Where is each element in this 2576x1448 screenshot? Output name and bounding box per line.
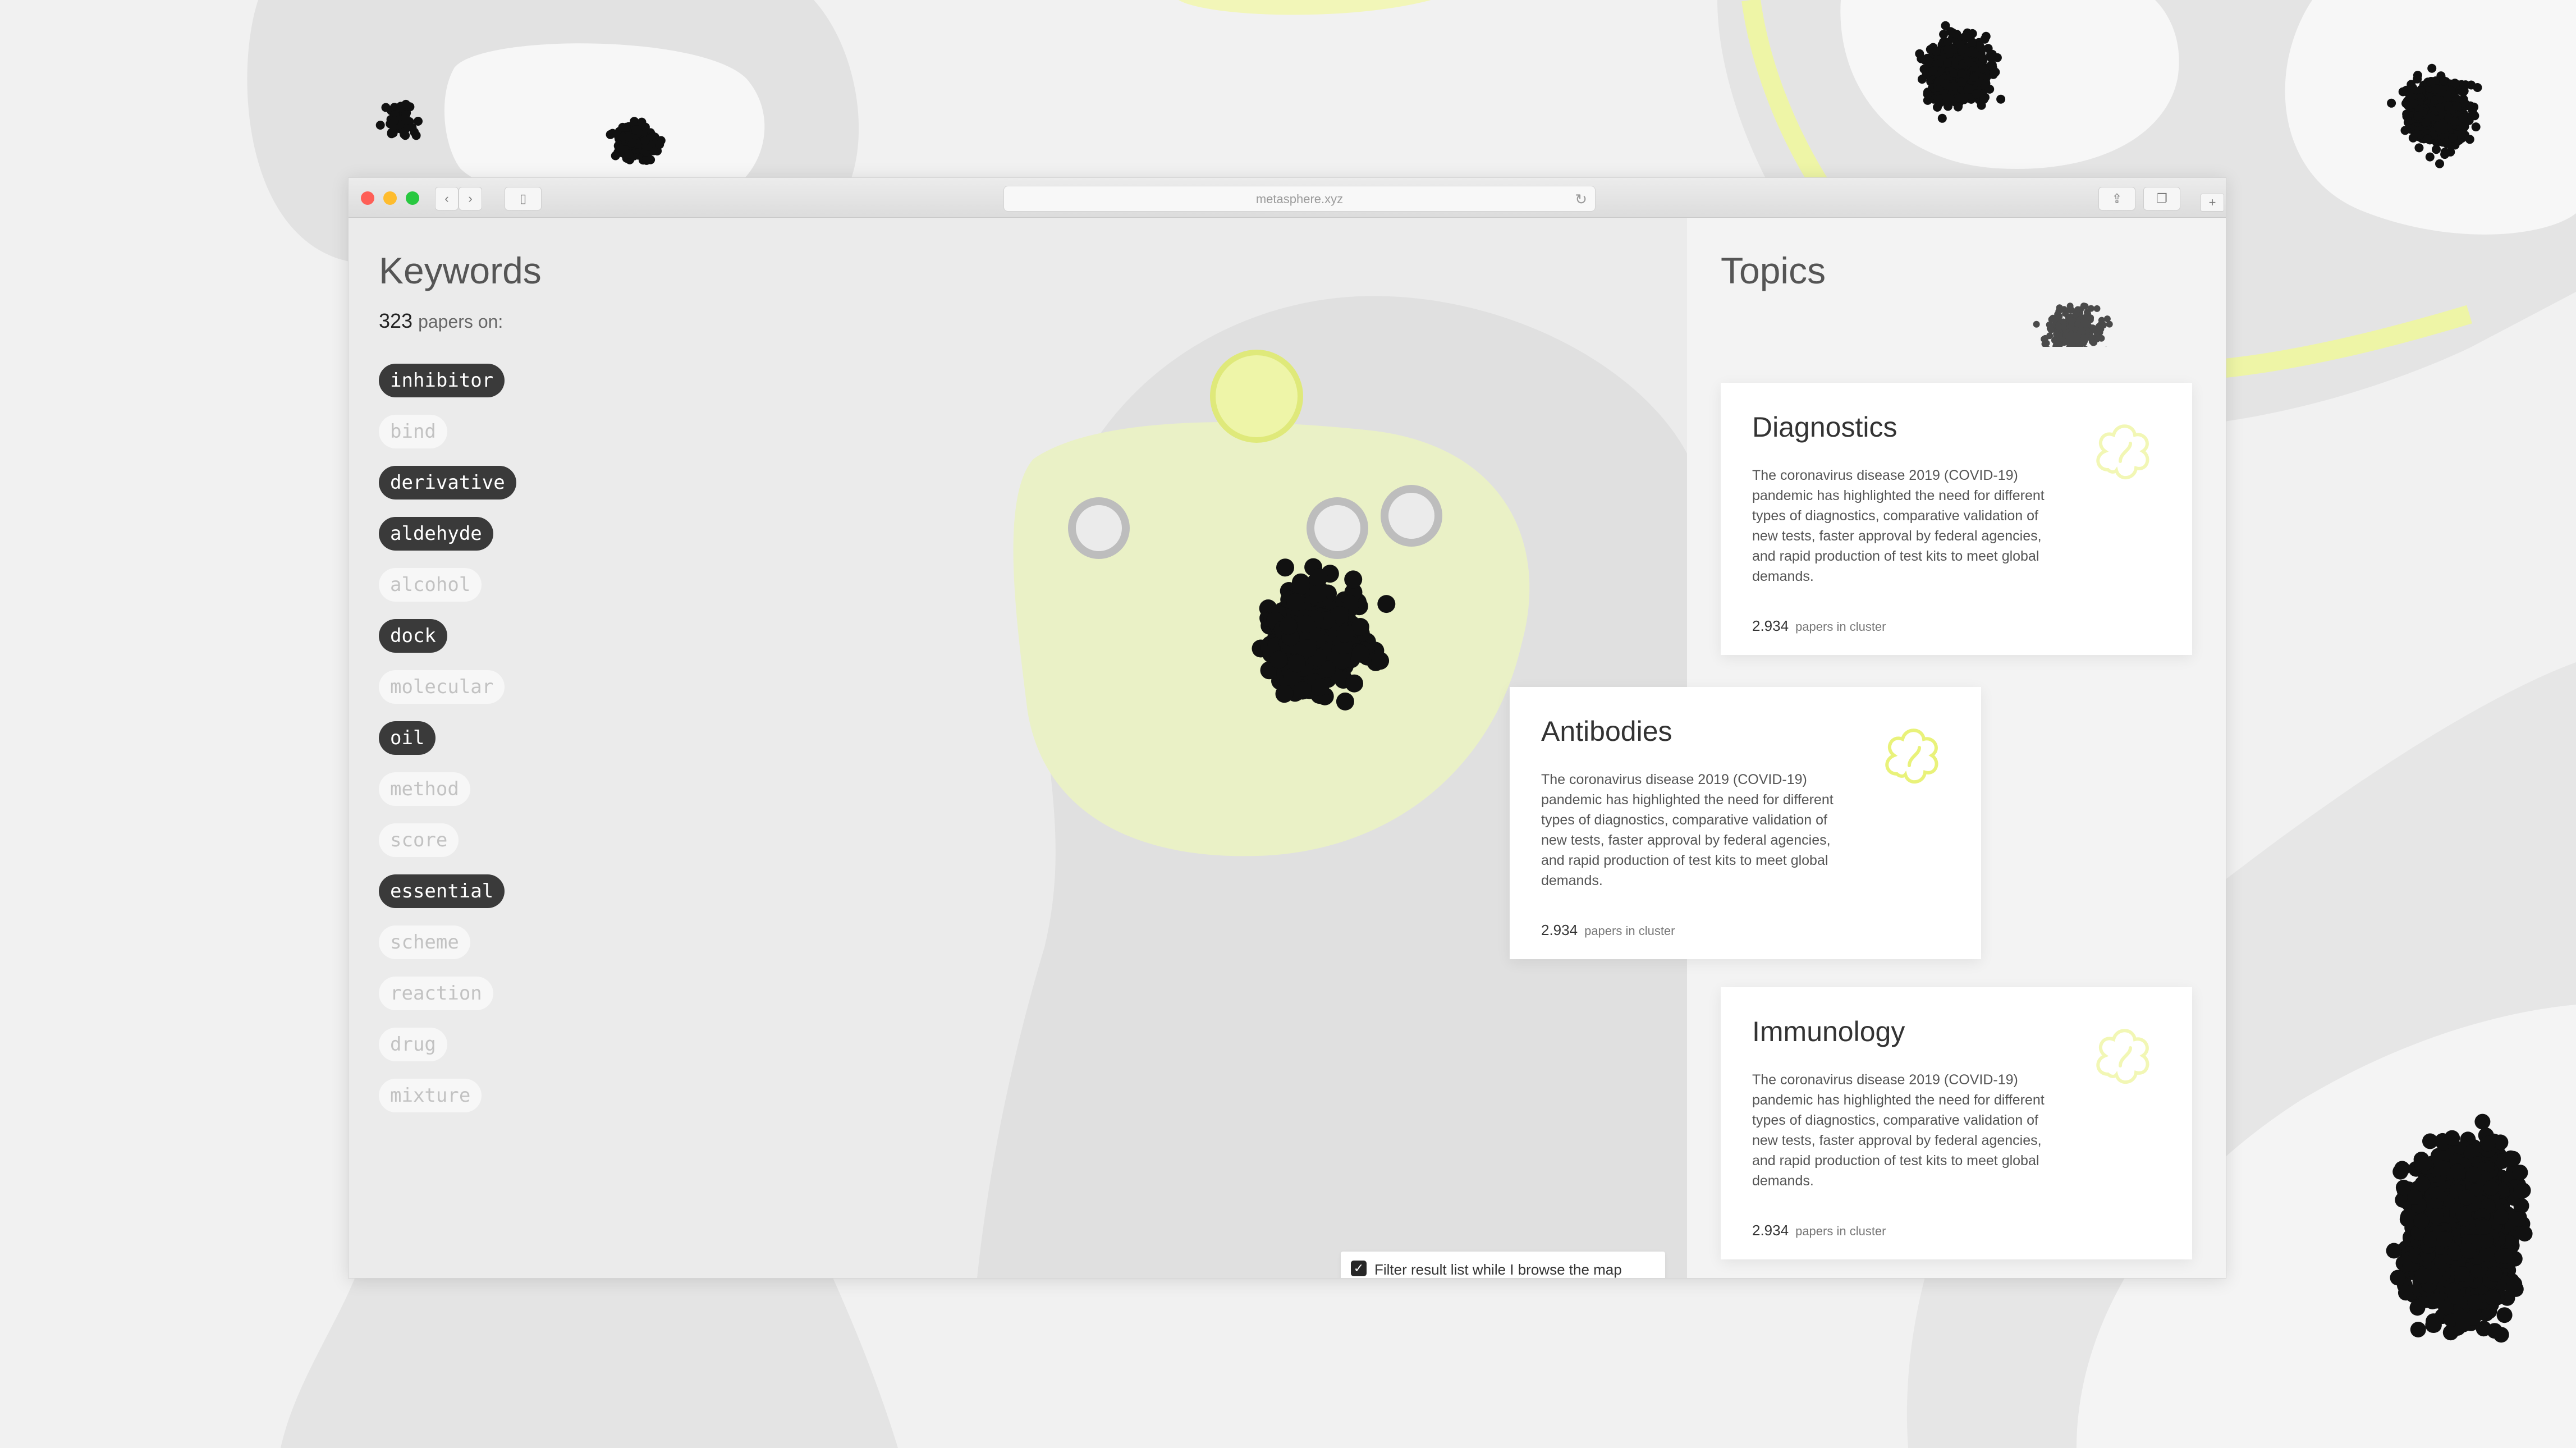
sidebar-toggle-button[interactable]: ▯ [505,187,542,210]
papers-in-cluster-label: papers in cluster [1795,620,1886,634]
cluster-blob-icon [1885,728,1938,784]
keyword-tag-inhibitor[interactable]: inhibitor [379,364,505,397]
papers-count-label: papers on: [418,311,503,332]
papers-in-cluster-label: papers in cluster [1584,924,1675,938]
topic-card-antibodies[interactable]: Antibodies The coronavirus disease 2019 (… [1510,687,1981,959]
keyword-list: inhibitor bind derivative aldehyde alcohol do… [379,364,516,1130]
keyword-tag-drug[interactable]: drug [379,1028,447,1061]
topics-title: Topics [1721,250,1826,291]
topic-card-title: Antibodies [1541,716,1672,747]
chevron-left-icon: ‹ [444,191,449,205]
browser-window: ‹ › ▯ metasphere.xyz ↻ ⇪ ❐ + Keywords 32… [348,177,2226,1279]
cluster-blob-icon [2096,424,2149,480]
minimize-window-button[interactable] [383,191,397,205]
topic-card-count: 2.934 papers in cluster [1752,617,1886,635]
back-button[interactable]: ‹ [435,187,459,210]
plus-icon: + [2208,195,2216,209]
keyword-tag-derivative[interactable]: derivative [379,466,516,500]
topic-card-title: Diagnostics [1752,411,1897,443]
keyword-tag-oil[interactable]: oil [379,721,436,755]
keyword-tag-score[interactable]: score [379,823,459,857]
keyword-tag-reaction[interactable]: reaction [379,977,493,1010]
address-bar[interactable]: metasphere.xyz ↻ [1003,186,1596,212]
app-content: Keywords 323 papers on: inhibitor bind deri… [349,218,2226,1278]
reload-icon[interactable]: ↻ [1575,191,1587,208]
forward-button[interactable]: › [459,187,482,210]
topic-card-description: The coronavirus disease 2019 (COVID-19) … [1752,1072,2045,1189]
url-text: metasphere.xyz [1255,192,1344,206]
filter-label: Filter result list while I browse the ma… [1374,1261,1622,1278]
tabs-icon: ❐ [2156,191,2167,205]
keywords-title: Keywords [379,250,542,291]
topic-card-count: 2.934 papers in cluster [1752,1222,1886,1239]
keyword-tag-mixture[interactable]: mixture [379,1079,482,1112]
keyword-tag-alcohol[interactable]: alcohol [379,568,482,602]
keyword-tag-aldehyde[interactable]: aldehyde [379,517,493,551]
papers-in-cluster-count: 2.934 [1541,922,1578,938]
new-tab-button[interactable]: + [2201,194,2224,212]
keyword-tag-dock[interactable]: dock [379,619,447,653]
topic-card-title: Immunology [1752,1016,1905,1047]
browser-titlebar: ‹ › ▯ metasphere.xyz ↻ ⇪ ❐ + [349,178,2226,218]
topic-card-description: The coronavirus disease 2019 (COVID-19) … [1752,468,2045,584]
topics-dot-cluster [2033,303,2113,347]
papers-in-cluster-label: papers in cluster [1795,1224,1886,1238]
tabs-overview-button[interactable]: ❐ [2143,187,2180,210]
share-icon: ⇪ [2111,191,2123,205]
cluster-map[interactable] [349,218,1687,1278]
topic-card-diagnostics[interactable]: Diagnostics The coronavirus disease 2019 … [1721,383,2192,655]
cluster-node[interactable] [1307,497,1368,559]
papers-count: 323 [379,309,413,332]
zoom-window-button[interactable] [406,191,419,205]
sidebar-icon: ▯ [519,191,527,205]
papers-count-line: 323 papers on: [379,309,503,333]
cluster-node-active[interactable] [1210,350,1303,443]
filter-checkbox[interactable]: ✓ [1351,1261,1367,1276]
papers-in-cluster-count: 2.934 [1752,1222,1789,1239]
keyword-tag-scheme[interactable]: scheme [379,925,470,959]
close-window-button[interactable] [361,191,374,205]
filter-toggle[interactable]: ✓ Filter result list while I browse the … [1341,1252,1665,1278]
keyword-tag-method[interactable]: method [379,772,470,806]
topic-card-immunology[interactable]: Immunology The coronavirus disease 2019 (… [1721,987,2192,1259]
cluster-blob-icon [2096,1029,2149,1084]
papers-in-cluster-count: 2.934 [1752,617,1789,634]
keyword-tag-bind[interactable]: bind [379,415,447,448]
cluster-node[interactable] [1381,485,1442,547]
keyword-tag-essential[interactable]: essential [379,874,505,908]
chevron-right-icon: › [468,191,473,205]
topic-card-count: 2.934 papers in cluster [1541,922,1675,939]
cluster-node[interactable] [1068,497,1130,559]
keyword-tag-molecular[interactable]: molecular [379,670,505,704]
share-button[interactable]: ⇪ [2098,187,2135,210]
topic-card-description: The coronavirus disease 2019 (COVID-19) … [1541,772,1834,888]
